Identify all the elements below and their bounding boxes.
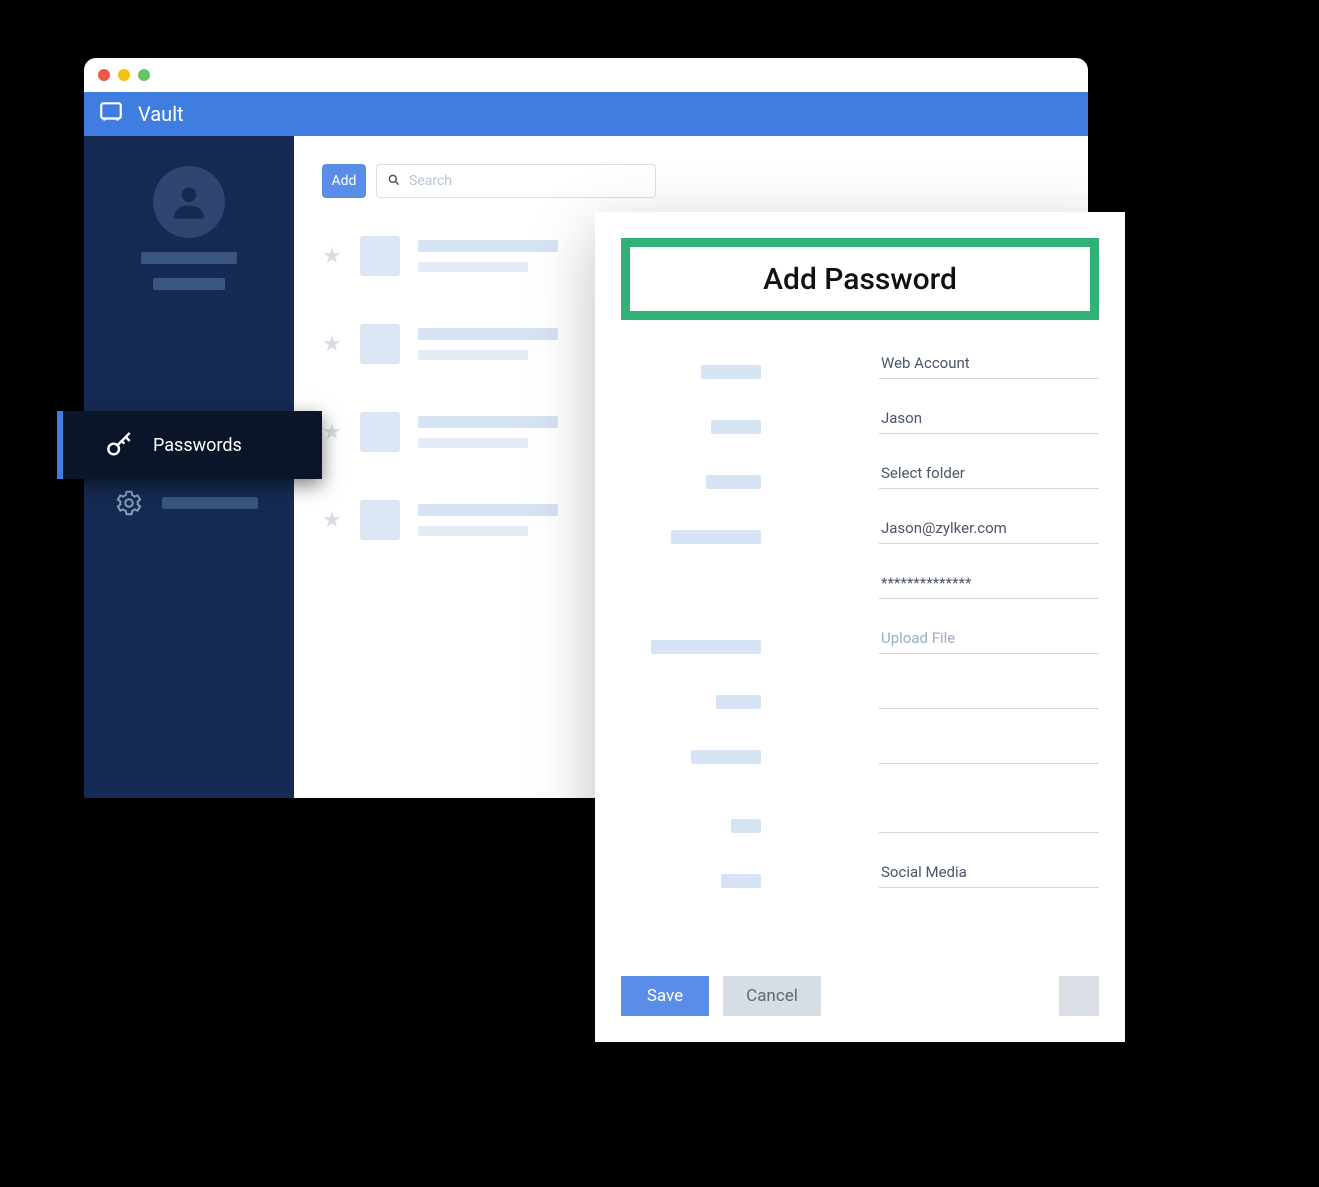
field-label-placeholder: [701, 365, 761, 379]
item-thumbnail: [360, 236, 400, 276]
item-sub-placeholder: [418, 350, 528, 360]
field-label-placeholder: [691, 750, 761, 764]
close-window-button[interactable]: [98, 69, 110, 81]
field-file: [621, 625, 1099, 654]
item-sub-placeholder: [418, 526, 528, 536]
email-input[interactable]: [879, 515, 1099, 544]
field-blank3: [621, 804, 1099, 833]
app-header: Vault: [84, 92, 1088, 136]
avatar[interactable]: [153, 166, 225, 238]
maximize-window-button[interactable]: [138, 69, 150, 81]
sidebar: Passwords: [84, 136, 294, 798]
field-tag: [621, 859, 1099, 888]
sidebar-item-passwords[interactable]: Passwords: [57, 411, 322, 479]
name-input[interactable]: [879, 405, 1099, 434]
field-folder: [621, 460, 1099, 489]
dialog-title-box: Add Password: [621, 238, 1099, 320]
star-icon[interactable]: ★: [322, 420, 342, 445]
field-account-type: [621, 350, 1099, 379]
profile-sub-placeholder: [153, 278, 225, 290]
extra-action-button[interactable]: [1059, 976, 1099, 1016]
field-name: [621, 405, 1099, 434]
app-title: Vault: [138, 102, 184, 126]
profile-section: [84, 136, 294, 290]
field-label-placeholder: [721, 874, 761, 888]
field-label-placeholder: [651, 640, 761, 654]
add-button[interactable]: Add: [322, 164, 366, 198]
sidebar-item-settings[interactable]: [84, 488, 294, 518]
window-titlebar: [84, 58, 1088, 92]
minimize-window-button[interactable]: [118, 69, 130, 81]
field-label-placeholder: [731, 819, 761, 833]
password-input[interactable]: [879, 570, 1099, 599]
cancel-button[interactable]: Cancel: [723, 976, 821, 1016]
add-password-dialog: Add Password Save Cancel: [595, 212, 1125, 1042]
account-type-input[interactable]: [879, 350, 1099, 379]
profile-name-placeholder: [141, 252, 237, 264]
file-input[interactable]: [879, 625, 1099, 654]
field-blank2: [621, 735, 1099, 764]
field-label-placeholder: [706, 475, 761, 489]
extra-input-1[interactable]: [879, 680, 1099, 709]
field-label-placeholder: [716, 695, 761, 709]
folder-input[interactable]: [879, 460, 1099, 489]
item-thumbnail: [360, 412, 400, 452]
sidebar-label-placeholder: [162, 497, 258, 509]
extra-input-2[interactable]: [879, 735, 1099, 764]
search-input[interactable]: [409, 173, 645, 189]
search-field[interactable]: [376, 164, 656, 198]
field-password: [621, 570, 1099, 599]
item-thumbnail: [360, 500, 400, 540]
field-email: [621, 515, 1099, 544]
tag-input[interactable]: [879, 859, 1099, 888]
item-sub-placeholder: [418, 438, 528, 448]
field-blank1: [621, 680, 1099, 709]
star-icon[interactable]: ★: [322, 332, 342, 357]
dialog-title: Add Password: [763, 262, 957, 297]
item-title-placeholder: [418, 240, 558, 252]
item-title-placeholder: [418, 416, 558, 428]
star-icon[interactable]: ★: [322, 244, 342, 269]
item-thumbnail: [360, 324, 400, 364]
save-button[interactable]: Save: [621, 976, 709, 1016]
field-label-placeholder: [671, 530, 761, 544]
toolbar: Add: [322, 164, 1060, 198]
field-label-placeholder: [711, 420, 761, 434]
vault-logo-icon: [98, 99, 124, 129]
item-title-placeholder: [418, 328, 558, 340]
item-sub-placeholder: [418, 262, 528, 272]
item-title-placeholder: [418, 504, 558, 516]
search-icon: [387, 172, 401, 191]
sidebar-item-label: Passwords: [153, 435, 242, 456]
extra-input-3[interactable]: [879, 804, 1099, 833]
dialog-actions: Save Cancel: [621, 976, 1099, 1016]
star-icon[interactable]: ★: [322, 508, 342, 533]
